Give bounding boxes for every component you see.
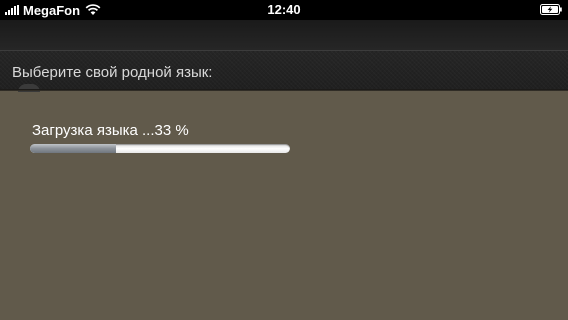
header-top-band <box>0 20 568 51</box>
progress-fill <box>30 144 116 153</box>
progress-bar <box>30 144 290 153</box>
status-bar: MegaFon 12:40 <box>0 0 568 20</box>
language-prompt: Выберите свой родной язык: <box>12 64 213 81</box>
loading-label: Загрузка языка ...33 % <box>32 122 189 139</box>
clock: 12:40 <box>267 2 301 17</box>
battery-charging-icon <box>540 4 562 15</box>
header-divider <box>0 89 568 91</box>
